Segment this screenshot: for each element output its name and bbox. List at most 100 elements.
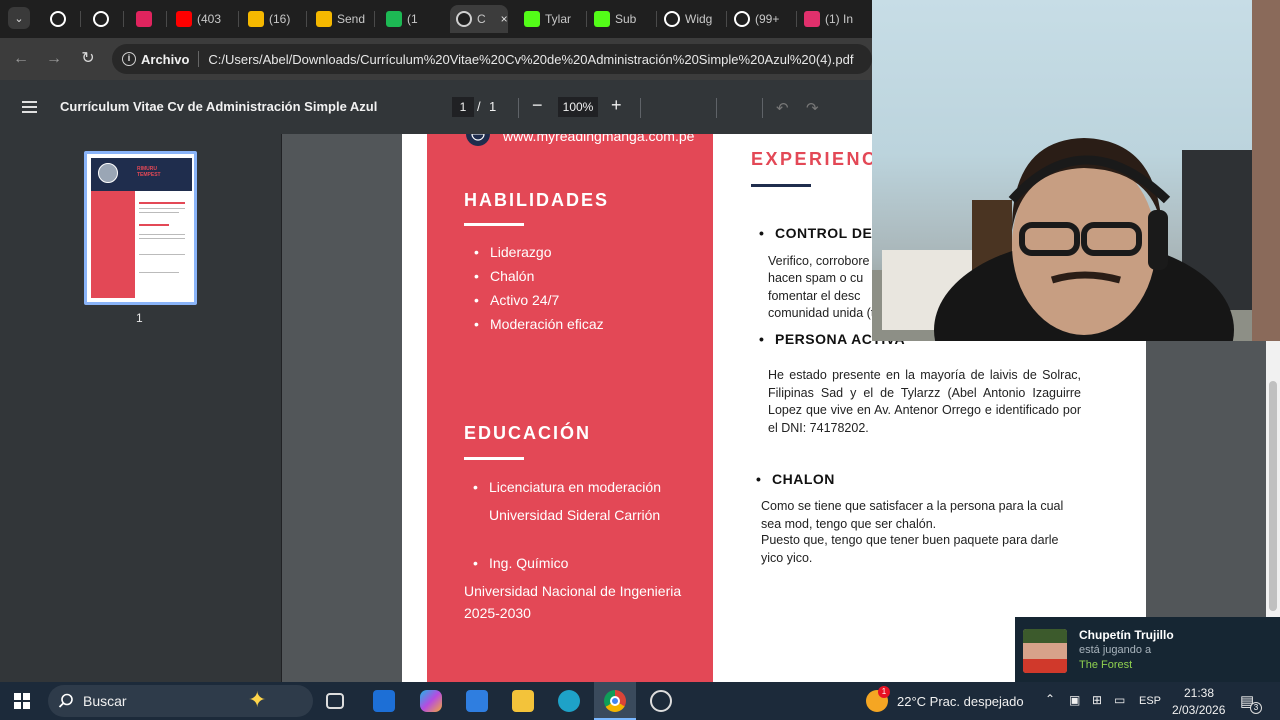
- skill-item: Liderazgo: [474, 244, 551, 260]
- clock-date[interactable]: 2/03/2026: [1172, 703, 1225, 717]
- instagram-icon: [804, 11, 820, 27]
- browser-tab[interactable]: Widg: [660, 5, 722, 33]
- page-number-input[interactable]: 1: [452, 97, 474, 117]
- undo-icon[interactable]: ↶: [776, 99, 789, 117]
- tab-label: C: [477, 12, 486, 26]
- globe-icon: [466, 134, 490, 146]
- browser-tab[interactable]: (1: [382, 5, 442, 33]
- address-bar[interactable]: i Archivo C:/Users/Abel/Downloads/Curríc…: [112, 44, 872, 74]
- browser-tab[interactable]: Send: [312, 5, 370, 33]
- skill-item: Moderación eficaz: [474, 316, 604, 332]
- info-icon[interactable]: i: [122, 52, 136, 66]
- tab-divider: [123, 11, 124, 27]
- divider: [762, 98, 763, 118]
- browser-tab[interactable]: (99+: [730, 5, 792, 33]
- vpn-icon[interactable]: ⊞: [1092, 693, 1102, 707]
- diamond-icon: [664, 11, 680, 27]
- experience-title: CONTROL DE: [759, 225, 872, 241]
- page-total: 1: [489, 99, 497, 114]
- tab-divider: [586, 11, 587, 27]
- page-thumbnail[interactable]: RIMURU TEMPEST: [84, 151, 197, 305]
- friend-status: está jugando a: [1079, 644, 1152, 656]
- zoom-out-button[interactable]: −: [532, 95, 543, 116]
- copilot-icon[interactable]: [420, 690, 442, 712]
- weather-badge: 1: [878, 686, 890, 698]
- tab-label: Tylar: [545, 12, 572, 26]
- thumb-name: RIMURU TEMPEST: [137, 166, 161, 178]
- education-degree: Licenciatura en moderación: [473, 479, 661, 495]
- browser-tab[interactable]: [132, 5, 162, 33]
- browser-tab[interactable]: (403: [172, 5, 234, 33]
- close-tab-icon[interactable]: ×: [501, 12, 508, 26]
- experience-underline: [751, 184, 811, 187]
- kick-icon: [524, 11, 540, 27]
- forward-button[interactable]: →: [43, 48, 65, 70]
- browser-tab[interactable]: Sub: [590, 5, 652, 33]
- thumb-line: [139, 254, 185, 255]
- chrome-taskbar-button[interactable]: [594, 682, 636, 720]
- scrollbar-thumb[interactable]: [1269, 381, 1277, 611]
- zoom-in-button[interactable]: +: [611, 95, 622, 116]
- education-underline: [464, 457, 524, 460]
- thumb-line: [139, 272, 179, 273]
- page-separator: /: [477, 99, 481, 114]
- chevron-up-icon[interactable]: ⌃: [1045, 692, 1055, 706]
- file-explorer-icon[interactable]: [512, 690, 534, 712]
- windows-start-icon[interactable]: [14, 693, 30, 709]
- hardware-icon[interactable]: ▣: [1069, 693, 1080, 707]
- thumb-line: [139, 212, 179, 213]
- file-chip: Archivo: [141, 51, 190, 67]
- divider: [198, 51, 200, 67]
- edge-icon[interactable]: [558, 690, 580, 712]
- taskbar-search[interactable]: Buscar ✦: [48, 685, 313, 717]
- clock-time[interactable]: 21:38: [1184, 686, 1214, 700]
- tab-label: (1) In: [825, 12, 854, 26]
- tiktok-icon: [734, 11, 750, 27]
- browser-tab[interactable]: (1) In: [800, 5, 862, 33]
- network-icon[interactable]: ▭: [1114, 693, 1125, 707]
- thumb-avatar: [98, 163, 118, 183]
- game-notification[interactable]: Chupetín Trujillo está jugando a The For…: [1015, 617, 1280, 682]
- outlook-icon[interactable]: [373, 690, 395, 712]
- browser-tab[interactable]: (16): [244, 5, 302, 33]
- experience-text-line: fomentar el desc: [768, 289, 861, 303]
- experience-text-line: hacen spam o cu: [768, 271, 864, 285]
- experience-text: Puesto que, tengo que tener buen paquete…: [761, 533, 1059, 565]
- store-icon[interactable]: [466, 690, 488, 712]
- reload-icon: ↻: [81, 50, 95, 67]
- skills-underline: [464, 223, 524, 226]
- notification-count-badge: 3: [1250, 702, 1262, 714]
- kick-icon: [594, 11, 610, 27]
- experience-text: Como se tiene que satisfacer a la person…: [761, 499, 1064, 531]
- browser-tab[interactable]: [89, 5, 119, 33]
- tab-divider: [374, 11, 375, 27]
- browser-tab[interactable]: C ×: [450, 5, 508, 33]
- scrollbar[interactable]: [1266, 341, 1280, 617]
- skill-item: Activo 24/7: [474, 292, 559, 308]
- zoom-input[interactable]: 100%: [558, 97, 598, 117]
- task-view-icon[interactable]: [326, 693, 344, 709]
- resume-left-column: www.myreadingmanga.com.pe HABILIDADES Li…: [427, 134, 713, 682]
- weather-text[interactable]: 22°C Prac. despejado: [897, 694, 1024, 709]
- app-icon: [386, 11, 402, 27]
- tab-divider: [80, 11, 81, 27]
- avatar: [1023, 629, 1067, 673]
- redo-icon[interactable]: ↷: [806, 99, 819, 117]
- obs-icon[interactable]: [650, 690, 672, 712]
- browser-tab[interactable]: [46, 5, 76, 33]
- skill-item: Chalón: [474, 268, 535, 284]
- divider: [716, 98, 717, 118]
- back-button[interactable]: ←: [10, 48, 32, 70]
- webcam-image: [872, 0, 1280, 341]
- hand-icon: [316, 11, 332, 27]
- tab-label: (99+: [755, 12, 780, 26]
- reload-button[interactable]: ↻: [77, 48, 99, 70]
- browser-tab[interactable]: Tylar: [520, 5, 582, 33]
- menu-icon[interactable]: [22, 101, 37, 116]
- tab-search-button[interactable]: ⌄: [8, 7, 30, 29]
- education-heading: EDUCACIÓN: [464, 423, 592, 443]
- hand-icon: [248, 11, 264, 27]
- website-link[interactable]: www.myreadingmanga.com.pe: [503, 134, 694, 144]
- thumbnail-page-number: 1: [136, 311, 143, 325]
- language-indicator[interactable]: ESP: [1139, 695, 1161, 707]
